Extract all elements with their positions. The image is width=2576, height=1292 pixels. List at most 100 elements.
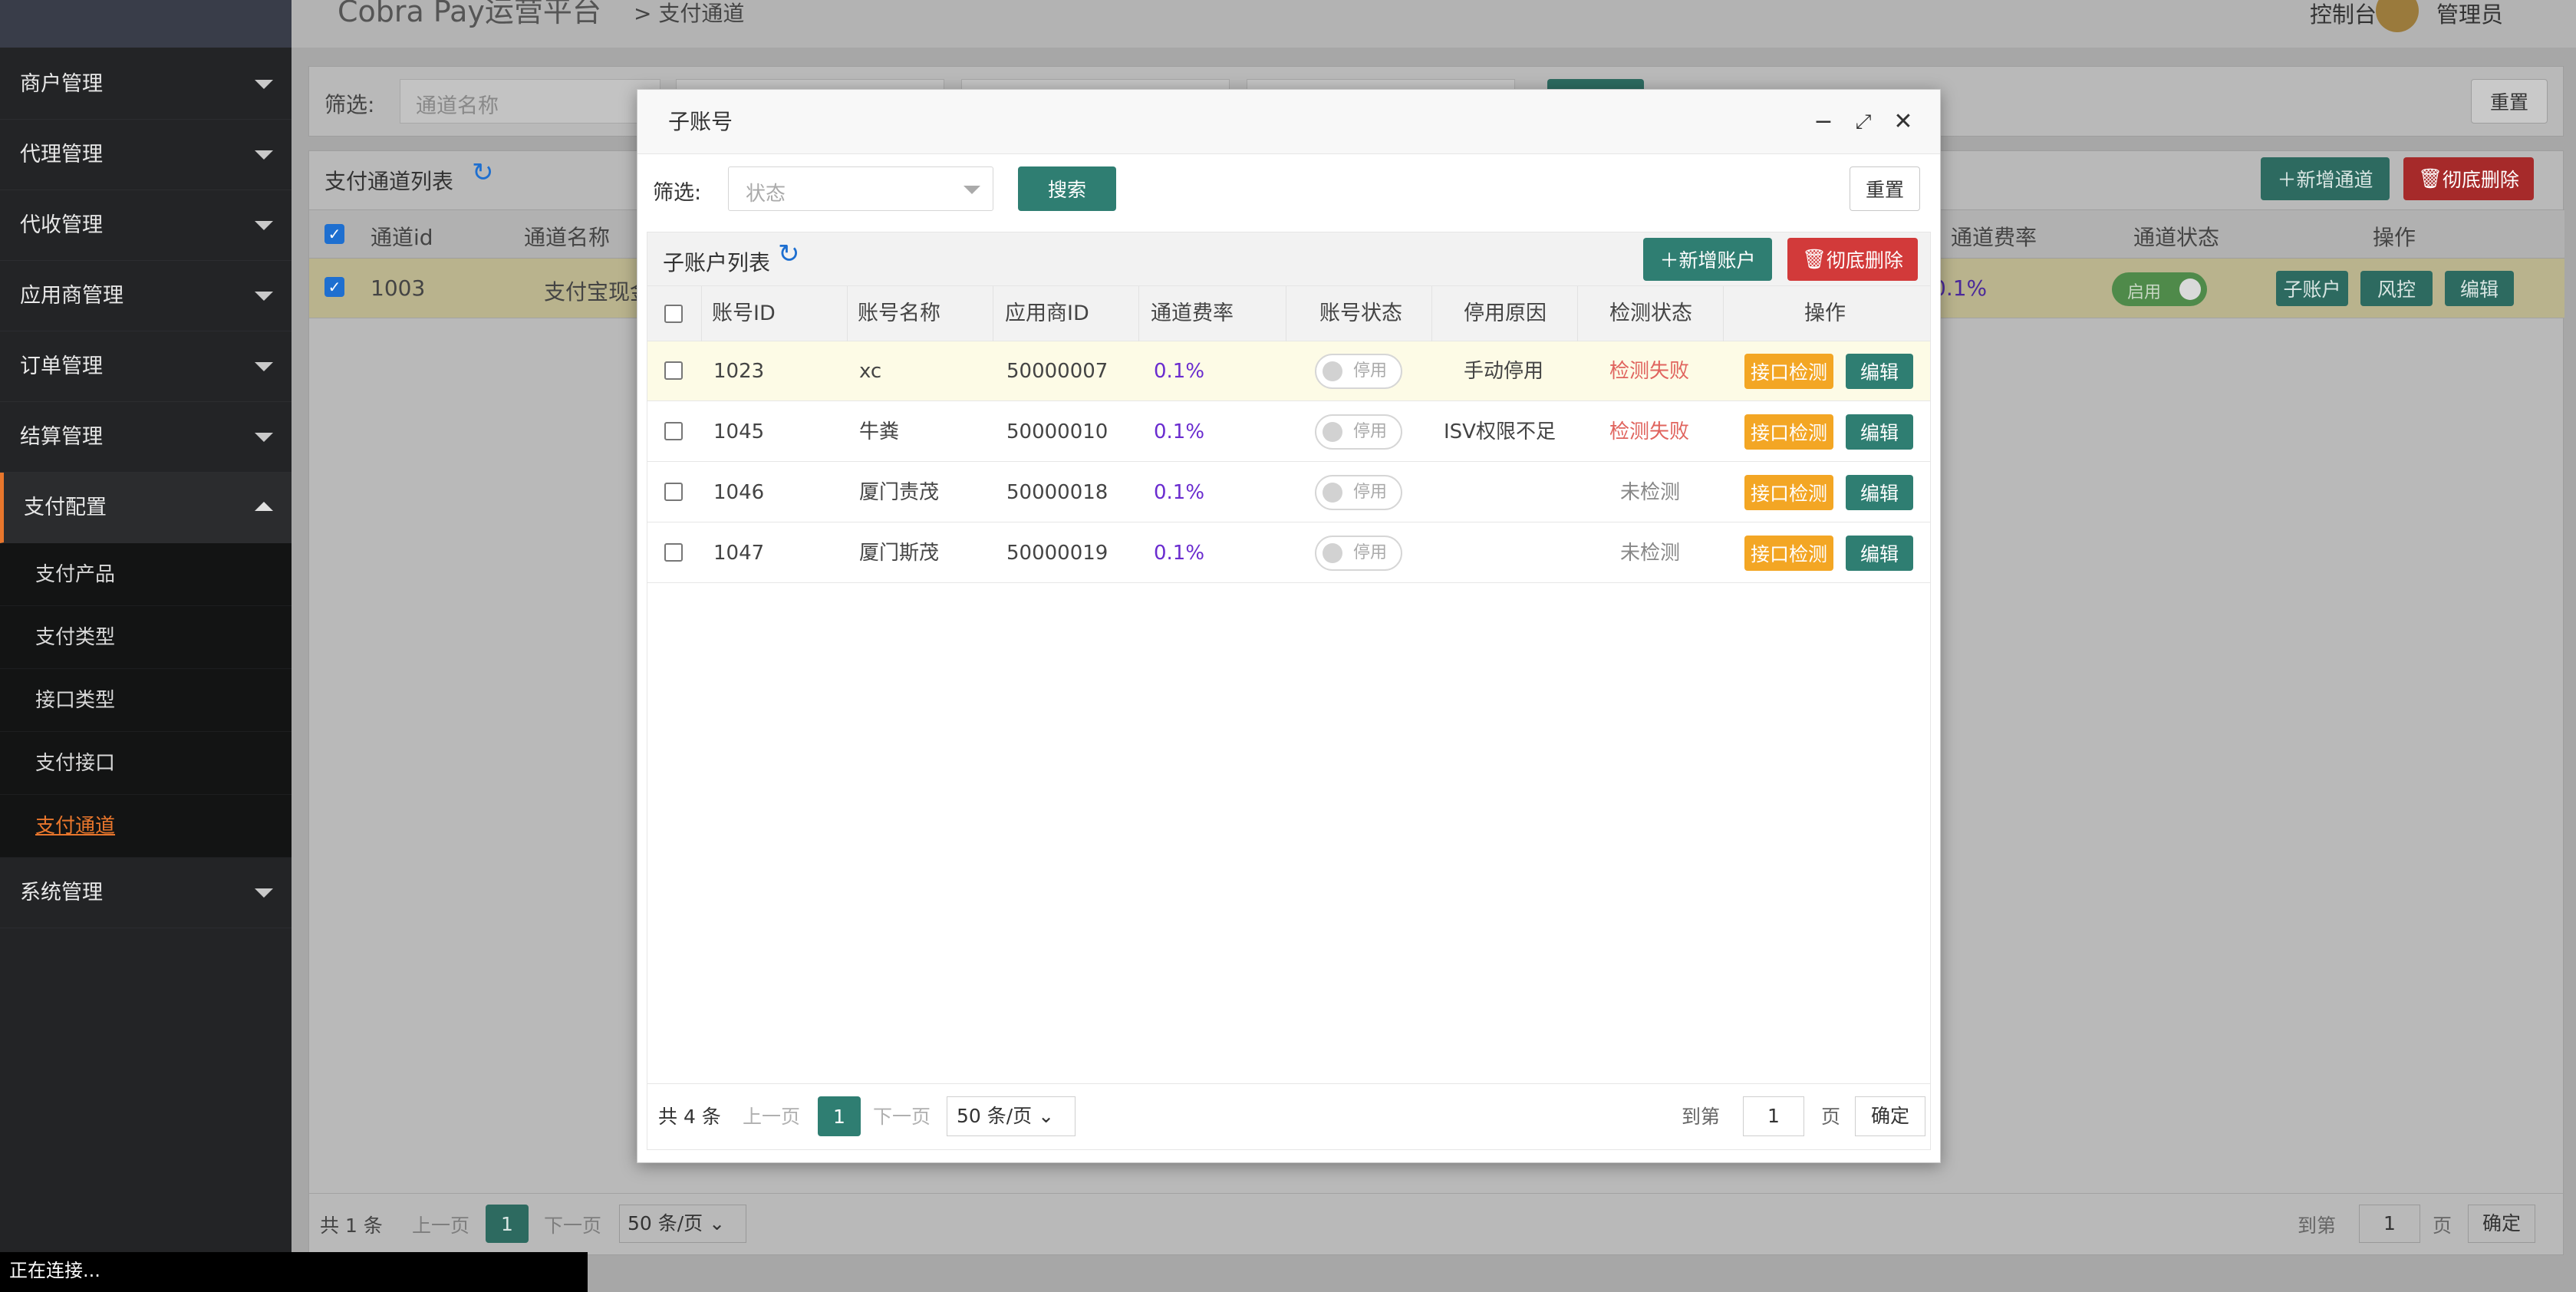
sidebar-subitem-label: 接口类型 — [35, 689, 116, 712]
row-checkbox[interactable] — [664, 422, 683, 440]
status-placeholder: 状态 — [746, 183, 786, 206]
sidebar-item-merchant[interactable]: 商户管理 — [0, 49, 292, 120]
edit-button[interactable]: 编辑 — [1846, 536, 1913, 571]
goto-confirm-button[interactable]: 确定 — [2468, 1205, 2535, 1243]
sidebar-subitem-payment-interface[interactable]: 支付接口 — [0, 732, 292, 795]
chevron-down-icon — [255, 362, 273, 371]
row-checkbox[interactable] — [664, 361, 683, 380]
select-all-checkbox[interactable] — [664, 305, 683, 323]
next-page[interactable]: 下一页 — [544, 1211, 601, 1238]
goto-input[interactable]: 1 — [1743, 1096, 1804, 1136]
column-header: 应用商ID — [1005, 302, 1089, 325]
edit-button[interactable]: 编辑 — [2445, 271, 2514, 306]
per-page-select[interactable]: 50 条/页 ⌄ — [947, 1096, 1076, 1136]
sidebar-item-system[interactable]: 系统管理 — [0, 858, 292, 928]
add-channel-label: 新增通道 — [2296, 169, 2373, 191]
minimize-icon[interactable]: − — [1811, 110, 1836, 134]
app-vendor-id: 50000019 — [1006, 542, 1108, 565]
page-unit-label: 页 — [1821, 1106, 1841, 1128]
interface-check-button[interactable]: 接口检测 — [1744, 475, 1833, 510]
account-id: 1023 — [713, 360, 765, 383]
dashboard-link[interactable]: 控制台 — [2310, 0, 2377, 29]
select-all-checkbox[interactable]: ✓ — [324, 224, 344, 244]
sidebar-item-payment-config[interactable]: 支付配置 — [0, 473, 292, 543]
table-row[interactable]: 1045 牛粪 50000010 0.1% 停用 ISV权限不足 检测失败 接口… — [647, 402, 1930, 462]
per-page-select[interactable]: 50 条/页 ⌄ — [619, 1205, 746, 1243]
page-number[interactable]: 1 — [486, 1205, 529, 1243]
pagination: 共 4 条 上一页 1 下一页 50 条/页 ⌄ 到第 1 页 确定 — [647, 1083, 1930, 1149]
row-checkbox[interactable] — [664, 483, 683, 501]
chevron-down-icon — [255, 888, 273, 898]
search-button[interactable]: 搜索 — [1018, 166, 1116, 211]
column-header: 通道名称 — [524, 225, 611, 250]
delete-all-label: 彻底删除 — [2442, 169, 2519, 191]
chevron-down-icon — [255, 221, 273, 230]
goto-confirm-button[interactable]: 确定 — [1855, 1096, 1925, 1136]
next-page[interactable]: 下一页 — [873, 1084, 931, 1150]
sidebar-item-app-vendor[interactable]: 应用商管理 — [0, 261, 292, 331]
edit-button[interactable]: 编辑 — [1846, 354, 1913, 389]
reset-button[interactable]: 重置 — [2471, 79, 2548, 124]
table-header: 账号ID 账号名称 应用商ID 通道费率 账号状态 停用原因 检测状态 操作 — [647, 286, 1930, 341]
toggle-knob — [1323, 483, 1342, 503]
sidebar-subitem-interface-type[interactable]: 接口类型 — [0, 669, 292, 732]
refresh-icon[interactable]: ↻ — [778, 239, 800, 269]
interface-check-button[interactable]: 接口检测 — [1744, 536, 1833, 571]
sidebar-item-collection[interactable]: 代收管理 — [0, 190, 292, 261]
prev-page[interactable]: 上一页 — [743, 1084, 800, 1150]
delete-all-button[interactable]: 🗑 彻底删除 — [2403, 157, 2534, 200]
channel-rate: 0.1% — [1154, 420, 1205, 443]
reset-button[interactable]: 重置 — [1850, 166, 1920, 211]
table-row[interactable]: 1047 厦门斯茂 50000019 0.1% 停用 未检测 接口检测 编辑 — [647, 523, 1930, 583]
column-header: 停用原因 — [1464, 302, 1547, 325]
list-title: 支付通道列表 — [324, 169, 454, 194]
status-select[interactable]: 状态 — [728, 166, 993, 211]
channel-name-input[interactable]: 通道名称 — [400, 79, 660, 124]
row-checkbox[interactable]: ✓ — [324, 277, 344, 297]
account-status-toggle[interactable]: 停用 — [1315, 414, 1402, 450]
column-header: 账号ID — [712, 302, 776, 325]
add-channel-button[interactable]: ＋新增通道 — [2261, 157, 2390, 200]
filter-label: 筛选: — [324, 92, 375, 117]
sub-account-button[interactable]: 子账户 — [2276, 271, 2348, 306]
table-row[interactable]: 1046 厦门责茂 50000018 0.1% 停用 未检测 接口检测 编辑 — [647, 463, 1930, 522]
prev-page[interactable]: 上一页 — [412, 1211, 469, 1238]
risk-control-button[interactable]: 风控 — [2360, 271, 2433, 306]
sidebar-item-agent[interactable]: 代理管理 — [0, 120, 292, 190]
account-status-toggle[interactable]: 停用 — [1315, 354, 1402, 389]
sidebar-item-settlement[interactable]: 结算管理 — [0, 402, 292, 473]
edit-button[interactable]: 编辑 — [1846, 475, 1913, 510]
goto-input[interactable]: 1 — [2359, 1205, 2420, 1243]
column-header: 账号名称 — [858, 302, 940, 325]
page-number[interactable]: 1 — [818, 1096, 861, 1136]
account-id: 1045 — [713, 420, 765, 443]
column-header: 通道id — [371, 225, 433, 250]
channel-rate: 0.1% — [1154, 481, 1205, 504]
sidebar-item-orders[interactable]: 订单管理 — [0, 331, 292, 402]
total-count: 共 1 条 — [320, 1215, 383, 1237]
close-icon[interactable]: ✕ — [1891, 110, 1916, 134]
sidebar-item-label: 支付配置 — [24, 496, 107, 519]
sidebar-subitem-payment-product[interactable]: 支付产品 — [0, 543, 292, 606]
account-status-toggle[interactable]: 停用 — [1315, 475, 1402, 510]
breadcrumb-current: 支付通道 — [658, 1, 745, 26]
delete-all-button[interactable]: 🗑 彻底删除 — [1787, 238, 1918, 281]
column-header: 通道费率 — [1951, 225, 2037, 250]
user-name[interactable]: 管理员 — [2436, 0, 2503, 29]
list-title: 子账户列表 — [663, 250, 771, 275]
sidebar-item-label: 订单管理 — [20, 354, 103, 378]
channel-status-toggle[interactable]: 启用 — [2112, 272, 2207, 306]
account-status-toggle[interactable]: 停用 — [1315, 536, 1402, 571]
table-row[interactable]: 1023 xc 50000007 0.1% 停用 手动停用 检测失败 接口检测 … — [647, 341, 1930, 401]
sidebar-subitem-payment-channel[interactable]: 支付通道 — [0, 795, 292, 858]
column-header: 操作 — [1804, 302, 1846, 325]
row-checkbox[interactable] — [664, 543, 683, 562]
maximize-icon[interactable]: ⤢ — [1851, 110, 1876, 134]
refresh-icon[interactable]: ↻ — [472, 157, 494, 188]
edit-button[interactable]: 编辑 — [1846, 414, 1913, 450]
status-text: 启用 — [2127, 283, 2162, 302]
interface-check-button[interactable]: 接口检测 — [1744, 354, 1833, 389]
interface-check-button[interactable]: 接口检测 — [1744, 414, 1833, 450]
add-account-button[interactable]: ＋新增账户 — [1643, 238, 1772, 281]
sidebar-subitem-payment-type[interactable]: 支付类型 — [0, 606, 292, 669]
